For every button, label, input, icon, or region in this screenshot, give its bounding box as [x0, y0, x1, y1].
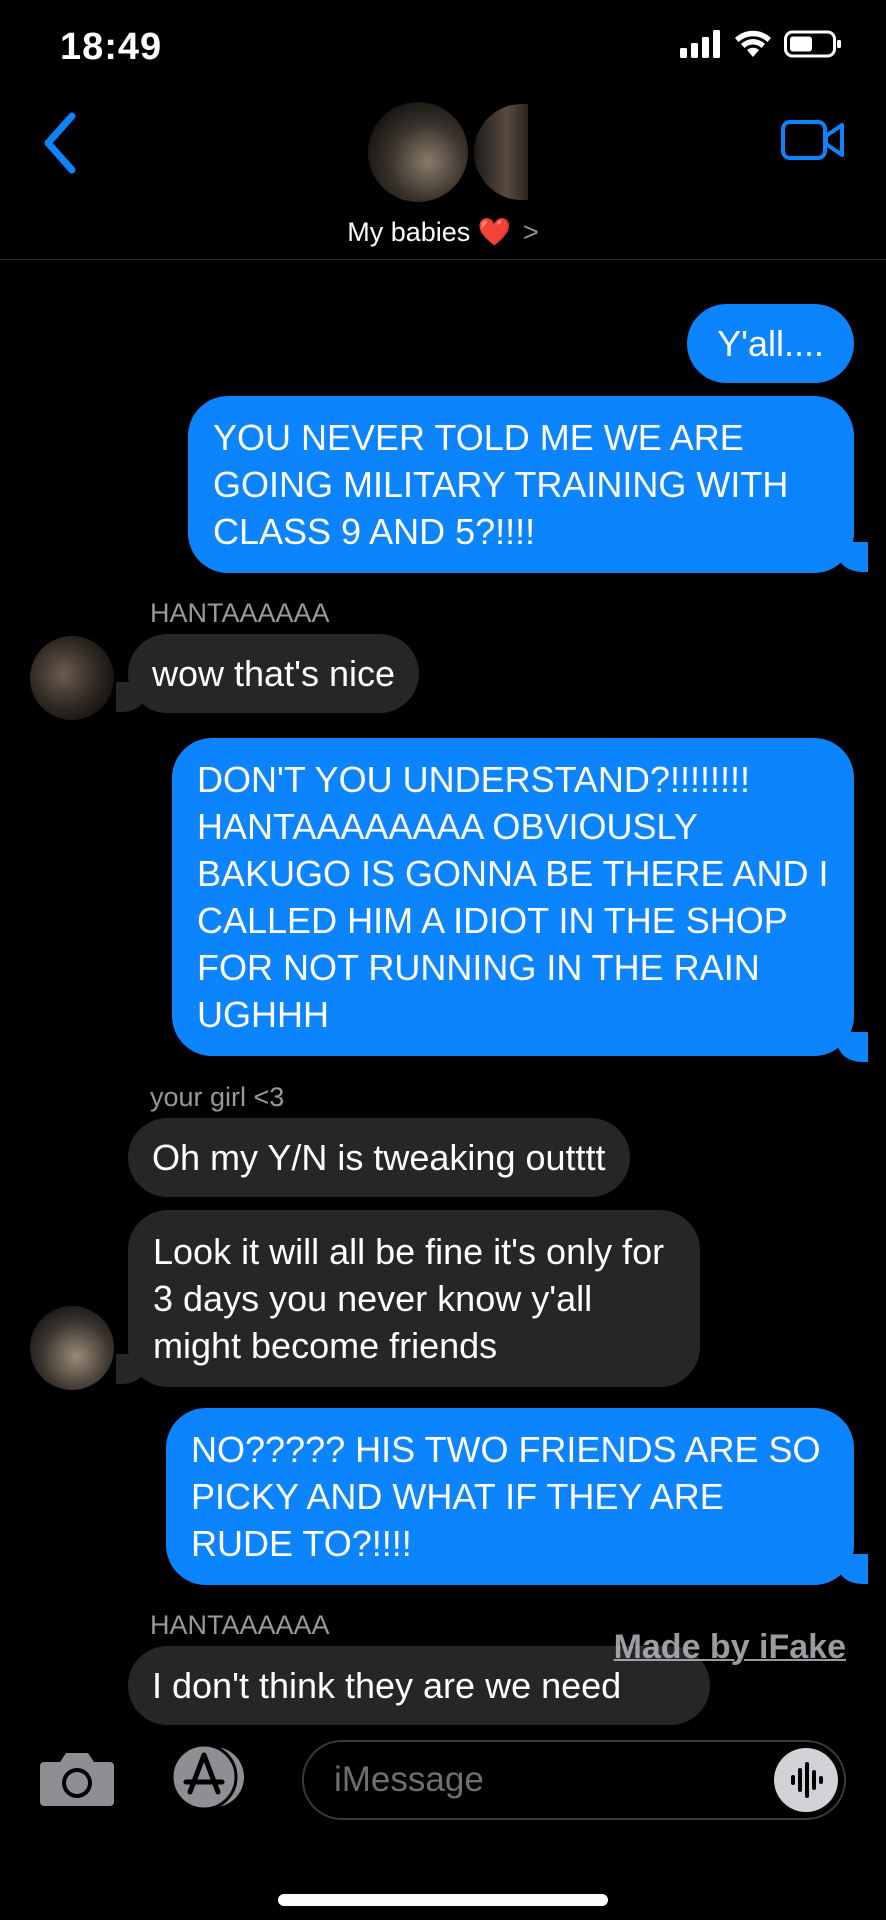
camera-icon[interactable] [38, 1746, 116, 1810]
group-avatar-1 [368, 102, 468, 202]
bubble-tail [838, 1554, 868, 1584]
wifi-icon [735, 30, 771, 57]
message-bubble-incoming[interactable]: Oh my Y/N is tweaking outttt [128, 1118, 630, 1197]
app-store-icon[interactable] [166, 1742, 256, 1812]
sender-name: your girl <3 [150, 1082, 285, 1112]
group-avatar-2 [474, 104, 528, 200]
message-text: Look it will all be fine it's only for 3… [153, 1231, 665, 1366]
audio-message-button[interactable] [774, 1748, 838, 1812]
message-bubble-outgoing[interactable]: DON'T YOU UNDERSTAND?!!!!!!!! HANTAAAAAA… [172, 738, 854, 1056]
status-time: 18:49 [60, 26, 163, 68]
heart-emoji-icon: ❤️ [477, 217, 512, 247]
message-bubble-outgoing[interactable]: Y'all.... [687, 304, 854, 383]
chevron-right-icon: > [522, 217, 539, 247]
message-bubble-incoming[interactable]: Look it will all be fine it's only for 3… [128, 1210, 700, 1387]
compose-bar [0, 1726, 886, 1920]
video-camera-icon[interactable] [780, 110, 846, 170]
conversation-header: My babies ❤️ > [0, 90, 886, 260]
message-thread[interactable]: Y'all.... YOU NEVER TOLD ME WE ARE GOING… [0, 262, 886, 1726]
group-name-button[interactable]: My babies ❤️ > [0, 216, 886, 248]
bubble-tail [838, 542, 868, 572]
message-text: wow that's nice [152, 653, 395, 694]
battery-icon [784, 30, 841, 58]
sender-avatar[interactable] [30, 1306, 114, 1390]
watermark-label: Made by iFake [613, 1628, 846, 1666]
message-text: DON'T YOU UNDERSTAND?!!!!!!!! HANTAAAAAA… [197, 759, 829, 1035]
imessage-field[interactable] [302, 1740, 846, 1820]
back-chevron-icon[interactable] [36, 108, 86, 178]
sender-avatar[interactable] [30, 636, 114, 720]
status-bar: 18:49 [0, 0, 886, 100]
message-bubble-outgoing[interactable]: YOU NEVER TOLD ME WE ARE GOING MILITARY … [188, 396, 854, 573]
message-text: Oh my Y/N is tweaking outttt [152, 1137, 606, 1178]
message-bubble-outgoing[interactable]: NO????? HIS TWO FRIENDS ARE SO PICKY AND… [166, 1408, 854, 1585]
message-input[interactable] [334, 1742, 754, 1818]
message-text: Y'all.... [717, 323, 824, 364]
bubble-tail [116, 682, 146, 712]
cellular-signal-icon [680, 30, 720, 58]
home-indicator[interactable] [278, 1894, 608, 1906]
bubble-tail [116, 1354, 146, 1384]
message-text: YOU NEVER TOLD ME WE ARE GOING MILITARY … [213, 417, 789, 552]
sender-name: HANTAAAAAA [150, 1610, 330, 1640]
bubble-tail [838, 1032, 868, 1062]
group-avatars[interactable] [368, 102, 528, 206]
sender-name: HANTAAAAAA [150, 598, 330, 628]
message-bubble-incoming[interactable]: wow that's nice [128, 634, 419, 713]
waveform-icon [791, 1762, 823, 1798]
status-icons [680, 30, 842, 58]
group-name: My babies [347, 217, 471, 247]
message-text: I don't think they are we need [152, 1665, 622, 1706]
message-text: NO????? HIS TWO FRIENDS ARE SO PICKY AND… [191, 1429, 821, 1564]
